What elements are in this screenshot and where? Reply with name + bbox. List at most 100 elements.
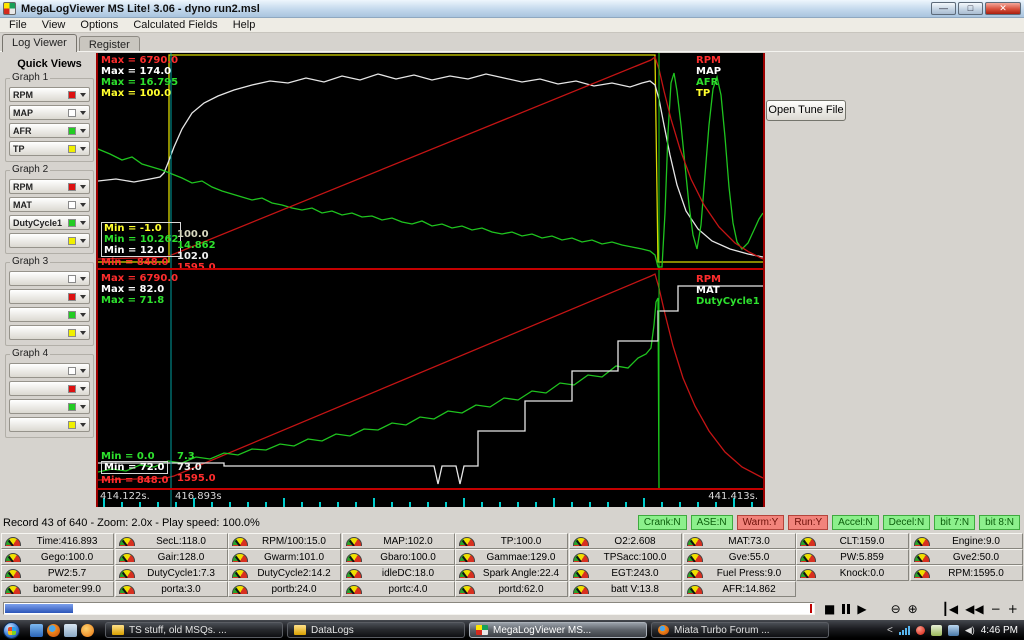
bottom-chart[interactable]: Max = 6790.0 Max = 82.0 Max = 71.8 Min = 0.… xyxy=(98,270,763,488)
gauge-dial-icon xyxy=(573,536,589,546)
menu-item-options[interactable]: Options xyxy=(80,19,118,31)
gauge-dial-icon xyxy=(914,568,930,578)
gauge-cell: SecL:118.0 xyxy=(115,533,228,549)
series-select[interactable]: AFR xyxy=(9,123,90,138)
gauge-cell: barometer:99.0 xyxy=(1,581,114,597)
series-select[interactable] xyxy=(9,381,90,396)
time-axis[interactable]: 414.122s. 416.893s 441.413s. xyxy=(98,490,763,507)
window-title: MegaLogViewer MS Lite! 3.06 - dyno run2.… xyxy=(21,2,260,15)
series-select-label: RPM xyxy=(13,89,33,100)
series-select[interactable] xyxy=(9,289,90,304)
series-color-swatch xyxy=(68,420,76,429)
series-select[interactable] xyxy=(9,325,90,340)
taskbar-item[interactable]: MegaLogViewer MS... xyxy=(469,622,647,638)
series-select[interactable]: RPM xyxy=(9,179,90,194)
quick-views-sidebar: Quick Views Graph 1 RPM MAP AFR TP Graph 2 RPM… xyxy=(4,58,95,446)
menu-item-file[interactable]: File xyxy=(9,19,27,31)
rewind-button[interactable]: ◀◀ xyxy=(965,602,983,616)
series-select-label: MAP xyxy=(13,107,33,118)
gauge-cell: Gwarm:101.0 xyxy=(228,549,341,565)
gauge-dial-icon xyxy=(346,584,362,594)
signal-bars-icon[interactable] xyxy=(898,625,910,635)
time-start-label: 414.122s. xyxy=(100,491,150,502)
skip-to-start-button[interactable]: ┃◀ xyxy=(942,602,958,616)
menu-item-view[interactable]: View xyxy=(42,19,66,31)
stop-button[interactable]: ■ xyxy=(824,602,835,616)
tab-register[interactable]: Register xyxy=(78,36,140,52)
open-tune-file-button[interactable]: Open Tune File xyxy=(766,100,846,121)
overlay-line: Max = 100.0 xyxy=(101,88,172,99)
series-color-swatch xyxy=(68,182,76,191)
task-firefox-icon xyxy=(658,625,669,635)
gauge-value: Gwarm:101.0 xyxy=(263,551,325,563)
task-buttons: TS stuff, old MSQs. ... DataLogs MegaLogVi… xyxy=(105,622,829,638)
explorer-icon[interactable] xyxy=(64,623,77,637)
chevron-down-icon xyxy=(80,185,86,192)
close-button[interactable]: ✕ xyxy=(985,2,1021,15)
taskbar-item[interactable]: Miata Turbo Forum ... xyxy=(651,622,829,638)
gauge-cell: Fuel Press:9.0 xyxy=(683,565,796,581)
zoom-in-icon[interactable]: ⊕ xyxy=(908,602,918,616)
gauge-value: TP:100.0 xyxy=(500,535,542,547)
media-player-icon[interactable] xyxy=(81,623,94,637)
gauge-value: RPM/100:15.0 xyxy=(262,535,326,547)
tray-chevron-icon[interactable]: < xyxy=(887,625,893,636)
series-select[interactable] xyxy=(9,271,90,286)
taskbar-item[interactable]: TS stuff, old MSQs. ... xyxy=(105,622,283,638)
gauge-dial-icon xyxy=(459,552,475,562)
taskbar-item[interactable]: DataLogs xyxy=(287,622,465,638)
series-select[interactable]: MAP xyxy=(9,105,90,120)
menu-item-help[interactable]: Help xyxy=(233,19,256,31)
minimize-button[interactable]: — xyxy=(931,2,956,15)
pause-button[interactable] xyxy=(842,603,851,614)
series-select[interactable]: DutyCycle1 xyxy=(9,215,90,230)
menu-item-calculated-fields[interactable]: Calculated Fields xyxy=(133,19,217,31)
taskbar: TS stuff, old MSQs. ... DataLogs MegaLogVi… xyxy=(0,620,1024,640)
chevron-down-icon xyxy=(80,295,86,302)
series-select[interactable] xyxy=(9,417,90,432)
taskbar-clock[interactable]: 4:46 PM xyxy=(981,625,1018,636)
gauge-cell: DutyCycle2:14.2 xyxy=(228,565,341,581)
play-button[interactable]: ▶ xyxy=(857,602,866,616)
overlay-line: AFR xyxy=(696,77,719,88)
status-badge: Decel:N xyxy=(882,515,931,530)
series-select[interactable] xyxy=(9,233,90,248)
gauge-cell: portd:62.0 xyxy=(455,581,568,597)
tab-log-viewer[interactable]: Log Viewer xyxy=(2,34,77,52)
gauge-cell: PW:5.859 xyxy=(796,549,909,565)
playback-progress-track[interactable] xyxy=(3,602,815,615)
task-folder-icon xyxy=(112,625,124,635)
gauge-value: porta:3.0 xyxy=(161,583,201,595)
volume-icon[interactable]: ◀) xyxy=(965,625,975,636)
playback-progress-fill xyxy=(5,604,73,613)
menu-bar: File View Options Calculated Fields Help xyxy=(0,18,1024,33)
series-select[interactable]: RPM xyxy=(9,87,90,102)
tray-icon-1[interactable] xyxy=(930,624,942,636)
maximize-button[interactable]: □ xyxy=(958,2,983,15)
series-select[interactable] xyxy=(9,307,90,322)
zoom-out-icon[interactable]: ⊖ xyxy=(891,602,901,616)
step-back-button[interactable]: − xyxy=(991,602,1001,616)
gauge-value: Gair:128.0 xyxy=(157,551,205,563)
tray-network-icon[interactable] xyxy=(947,624,959,636)
series-select[interactable] xyxy=(9,363,90,378)
gauge-cell: EGT:243.0 xyxy=(569,565,682,581)
firefox-icon[interactable] xyxy=(47,623,60,637)
series-select[interactable]: MAT xyxy=(9,197,90,212)
bottom-legend: RPM MAT DutyCycle1 xyxy=(696,274,760,307)
taskbar-item-label: Miata Turbo Forum ... xyxy=(674,624,770,636)
gauge-value: Gve2:50.0 xyxy=(952,551,1000,563)
show-desktop-icon[interactable] xyxy=(30,623,43,637)
gauge-value: O2:2.608 xyxy=(614,535,656,547)
gauge-dial-icon xyxy=(800,536,816,546)
series-color-swatch xyxy=(68,366,76,375)
start-button[interactable] xyxy=(3,621,20,639)
tray-alert-icon[interactable] xyxy=(915,625,925,635)
gauge-value: MAT:73.0 xyxy=(728,535,770,547)
gauge-dial-icon xyxy=(346,536,362,546)
step-forward-button[interactable]: + xyxy=(1008,602,1018,616)
series-select[interactable]: TP xyxy=(9,141,90,156)
series-select[interactable] xyxy=(9,399,90,414)
gauge-dial-icon xyxy=(119,568,135,578)
top-chart[interactable]: Max = 6790.0 Max = 174.0 Max = 16.795 Max =… xyxy=(98,53,763,268)
